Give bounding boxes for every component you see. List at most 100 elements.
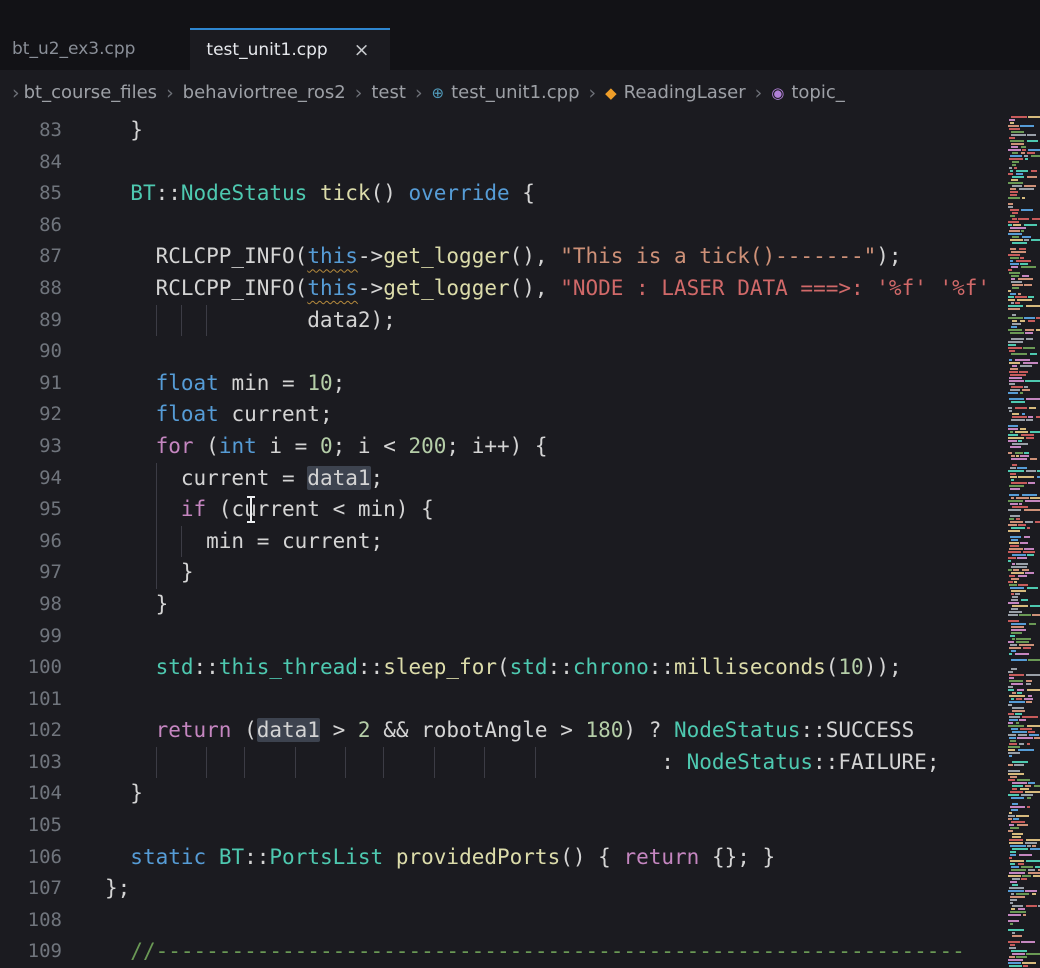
code-line[interactable]: 99	[0, 621, 1008, 653]
line-number[interactable]: 96	[0, 526, 105, 558]
code-line[interactable]: 91 float min = 10;	[0, 368, 1008, 400]
minimap-segment	[1011, 275, 1019, 277]
minimap-segment	[1030, 458, 1037, 460]
code-line[interactable]: 85 BT::NodeStatus tick() override {	[0, 178, 1008, 210]
minimap-segment	[1010, 239, 1023, 241]
minimap-segment	[1009, 485, 1024, 487]
code-line[interactable]: 100 std::this_thread::sleep_for(std::chr…	[0, 652, 1008, 684]
line-number[interactable]: 83	[0, 115, 105, 147]
line-number[interactable]: 87	[0, 241, 105, 273]
minimap-segment	[1012, 848, 1028, 850]
minimap-segment	[1018, 278, 1033, 280]
minimap-segment	[1025, 785, 1031, 787]
line-number[interactable]: 100	[0, 652, 105, 684]
line-content: BT::NodeStatus tick() override {	[105, 178, 1008, 210]
minimap-segment	[1020, 542, 1028, 544]
minimap-segment	[1011, 599, 1018, 601]
code-line[interactable]: 89 data2);	[0, 305, 1008, 337]
code-line[interactable]: 84	[0, 147, 1008, 179]
line-number[interactable]: 88	[0, 273, 105, 305]
minimap-segment	[1010, 215, 1015, 217]
minimap-segment	[1008, 524, 1017, 526]
minimap-segment	[1024, 698, 1033, 700]
minimap-segment	[1015, 452, 1023, 454]
minimap-segment	[1028, 149, 1040, 151]
code-token	[383, 845, 396, 869]
breadcrumb-item-readinglaser[interactable]: ◆ReadingLaser	[605, 82, 746, 103]
tab-bt_u2_ex3-cpp[interactable]: bt_u2_ex3.cpp	[0, 28, 190, 70]
code-line[interactable]: 101	[0, 684, 1008, 716]
minimap-segment	[1016, 956, 1027, 958]
line-number[interactable]: 108	[0, 905, 105, 937]
minimap-segment	[1011, 626, 1024, 628]
code-token: ;	[927, 750, 940, 774]
line-content: if (current < min) {	[105, 494, 1008, 526]
minimap-segment	[1028, 872, 1040, 874]
line-number[interactable]: 90	[0, 336, 105, 368]
minimap[interactable]	[1008, 115, 1040, 968]
line-number[interactable]: 107	[0, 873, 105, 905]
minimap-segment	[1011, 728, 1018, 730]
breadcrumb-item-behaviortree_ros2[interactable]: behaviortree_ros2	[183, 82, 346, 103]
code-line[interactable]: 108	[0, 905, 1008, 937]
line-number[interactable]: 92	[0, 399, 105, 431]
code-line[interactable]: 87 RCLCPP_INFO(this->get_logger(), "This…	[0, 241, 1008, 273]
code-line[interactable]: 97 }	[0, 557, 1008, 589]
line-number[interactable]: 103	[0, 747, 105, 779]
line-number[interactable]: 104	[0, 778, 105, 810]
minimap-segment	[1034, 737, 1040, 739]
code-token: get_logger	[383, 276, 509, 300]
tab-test_unit1-cpp[interactable]: test_unit1.cpp×	[190, 28, 389, 70]
line-content: : NodeStatus::FAILURE;	[105, 747, 1008, 779]
line-number[interactable]: 89	[0, 305, 105, 337]
line-number[interactable]: 101	[0, 684, 105, 716]
line-number[interactable]: 109	[0, 936, 105, 968]
code-line[interactable]: 103 : NodeStatus::FAILURE;	[0, 747, 1008, 779]
code-line[interactable]: 93 for (int i = 0; i < 200; i++) {	[0, 431, 1008, 463]
code-token	[105, 434, 156, 458]
code-line[interactable]: 88 RCLCPP_INFO(this->get_logger(), "NODE…	[0, 273, 1008, 305]
code-line[interactable]: 96 min = current;	[0, 526, 1008, 558]
code-line[interactable]: 106 static BT::PortsList providedPorts()…	[0, 842, 1008, 874]
breadcrumb-item-test[interactable]: test	[371, 82, 406, 103]
code-token: (),	[510, 276, 561, 300]
line-number[interactable]: 106	[0, 842, 105, 874]
line-number[interactable]: 97	[0, 557, 105, 589]
code-line[interactable]: 105	[0, 810, 1008, 842]
breadcrumb-item-bt_course_files[interactable]: bt_course_files	[24, 82, 157, 103]
code-line[interactable]: 109 //----------------------------------…	[0, 936, 1008, 968]
code-line[interactable]: 92 float current;	[0, 399, 1008, 431]
code-line[interactable]: 107};	[0, 873, 1008, 905]
line-number[interactable]: 91	[0, 368, 105, 400]
code-line[interactable]: 94 current = data1;	[0, 463, 1008, 495]
code-line[interactable]: 104 }	[0, 778, 1008, 810]
line-number[interactable]: 84	[0, 147, 105, 179]
minimap-segment	[1015, 359, 1030, 361]
code-line[interactable]: 102 return (data1 > 2 && robotAngle > 18…	[0, 715, 1008, 747]
line-number[interactable]: 105	[0, 810, 105, 842]
minimap-segment	[1027, 140, 1038, 142]
breadcrumb-item-topic_[interactable]: ◉topic_	[771, 82, 845, 103]
line-number[interactable]: 85	[0, 178, 105, 210]
line-number[interactable]: 94	[0, 463, 105, 495]
code-line[interactable]: 83 }	[0, 115, 1008, 147]
line-number[interactable]: 93	[0, 431, 105, 463]
code-token	[105, 655, 156, 679]
code-area[interactable]: 83 }8485 BT::NodeStatus tick() override …	[0, 115, 1008, 968]
code-line[interactable]: 86	[0, 210, 1008, 242]
minimap-segment	[1012, 161, 1019, 163]
minimap-segment	[1019, 371, 1028, 373]
line-number[interactable]: 98	[0, 589, 105, 621]
line-number[interactable]: 102	[0, 715, 105, 747]
code-line[interactable]: 95 if (current < min) {	[0, 494, 1008, 526]
minimap-segment	[1021, 599, 1028, 601]
line-number[interactable]: 99	[0, 621, 105, 653]
line-number[interactable]: 95	[0, 494, 105, 526]
code-line[interactable]: 98 }	[0, 589, 1008, 621]
code-line[interactable]: 90	[0, 336, 1008, 368]
line-number[interactable]: 86	[0, 210, 105, 242]
tab-close-icon[interactable]: ×	[354, 41, 370, 60]
minimap-segment	[1018, 863, 1024, 865]
breadcrumb-item-test_unit1-cpp[interactable]: ⊕test_unit1.cpp	[432, 82, 580, 103]
minimap-segment	[1009, 230, 1020, 232]
